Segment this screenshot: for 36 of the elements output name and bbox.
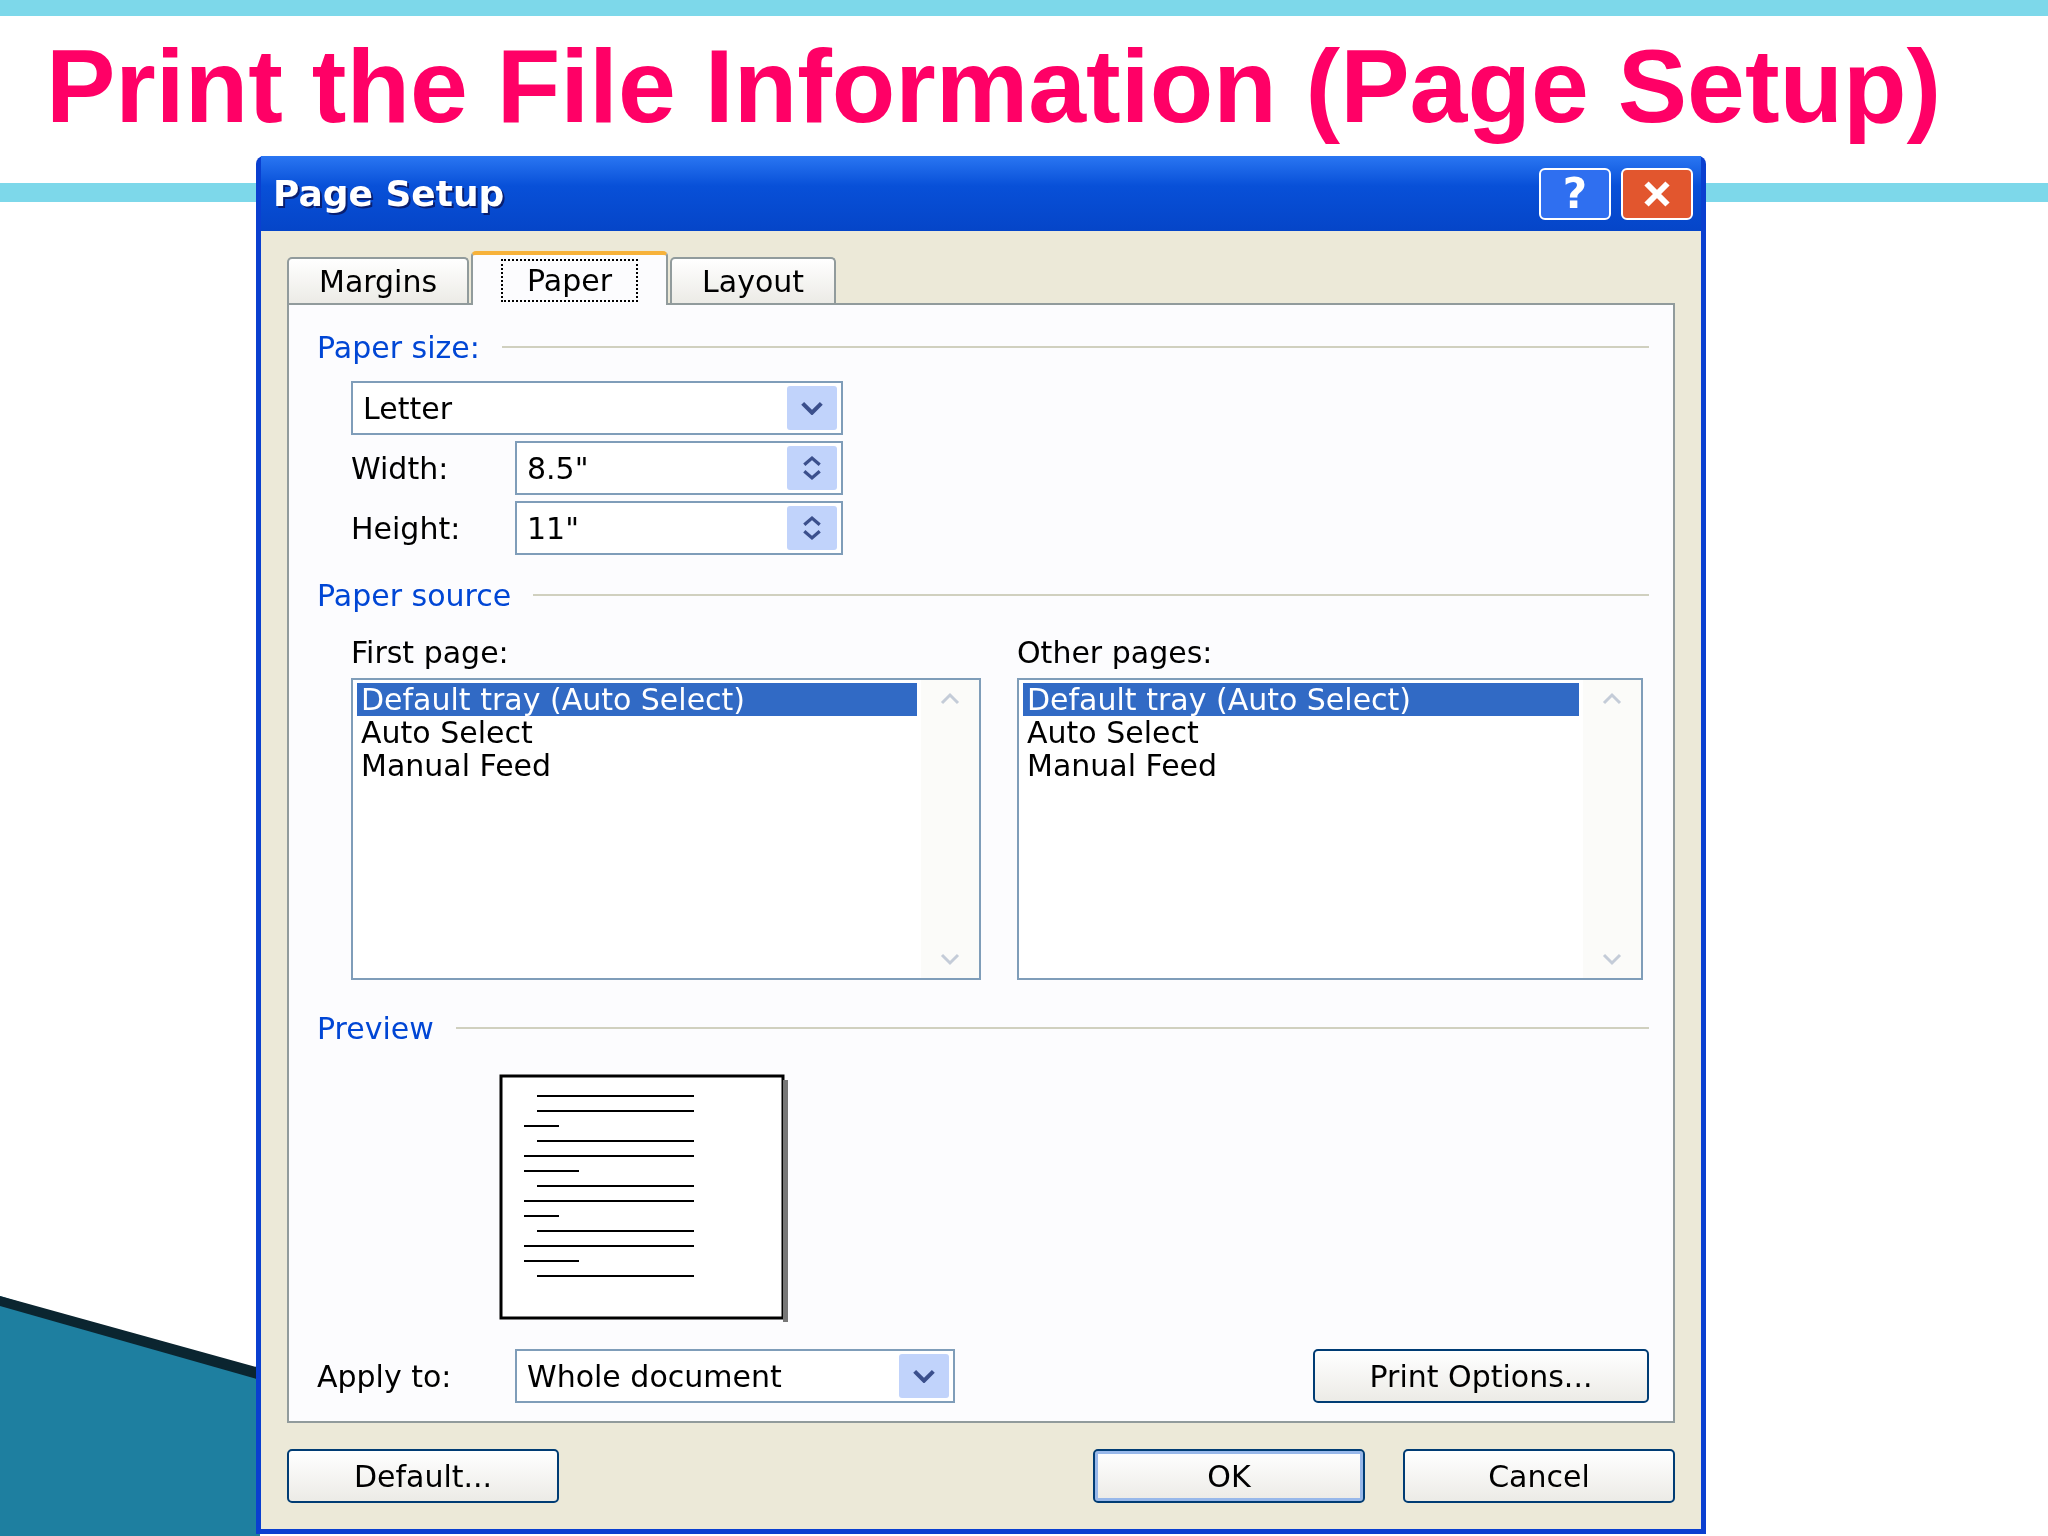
group-heading: Paper source [317,577,512,613]
group-heading: Paper size: [317,329,480,365]
list-item[interactable]: Default tray (Auto Select) [357,683,917,716]
window-title: Page Setup [273,173,506,214]
close-icon [1642,178,1672,209]
tab[interactable]: Layout [670,257,837,303]
apply-to-dropdown[interactable]: Whole document [515,1349,955,1403]
field-label: Height: [351,510,462,546]
width-spin-field[interactable]: 8.5" [515,441,843,495]
list-item[interactable]: Auto Select [1023,716,1579,749]
list-item[interactable]: Default tray (Auto Select) [1023,683,1579,716]
paper-size-dropdown[interactable]: Letter [351,381,843,435]
dialog-button[interactable]: Default... [287,1449,559,1503]
group-heading: Preview [317,1010,434,1046]
list-label: First page: [351,635,510,670]
dialog-button[interactable]: OK [1093,1449,1365,1503]
spinner-arrows-icon [787,446,837,490]
slide-title: Print the File Information (Page Setup) [45,27,1943,146]
help-button[interactable]: ? [1539,167,1611,220]
spinner-arrows-icon [787,506,837,550]
list-item[interactable]: Manual Feed [357,749,917,782]
field-label: Width: [351,450,450,486]
field-label: Apply to: [317,1358,453,1394]
close-button[interactable] [1621,167,1693,220]
scrollbar[interactable] [1583,680,1641,978]
height-spin-field[interactable]: 11" [515,501,843,555]
tab[interactable]: Paper [471,251,669,305]
tray-listbox[interactable]: Default tray (Auto Select) Auto Select Manual Feed [1017,678,1643,980]
list-label: Other pages: [1017,635,1214,670]
tab[interactable]: Margins [287,257,470,303]
list-item[interactable]: Manual Feed [1023,749,1579,782]
list-item[interactable]: Auto Select [357,716,917,749]
print-options-button[interactable]: Print Options... [1313,1349,1649,1403]
dialog-button[interactable]: Cancel [1403,1449,1675,1503]
scrollbar[interactable] [921,680,979,978]
tray-listbox[interactable]: Default tray (Auto Select) Auto Select Manual Feed [351,678,981,980]
